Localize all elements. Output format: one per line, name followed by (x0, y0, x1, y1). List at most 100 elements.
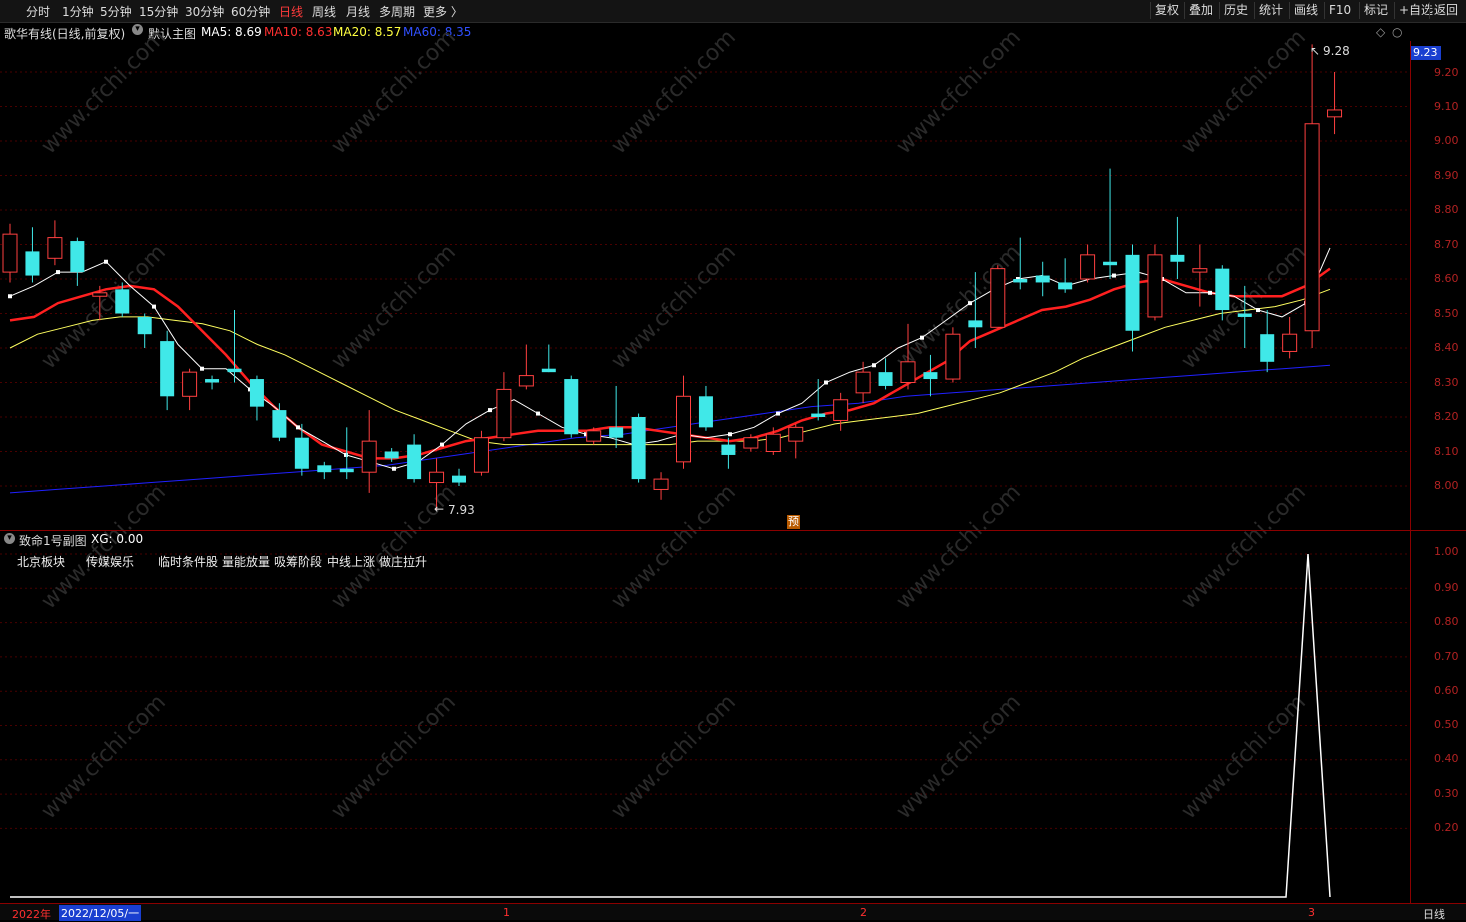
candle-body (2, 233, 18, 273)
period-monthly[interactable]: 月线 (346, 3, 370, 20)
period-more[interactable]: 更多 〉 (423, 3, 463, 20)
ma5-dot (104, 259, 108, 264)
f10-button[interactable]: F10 (1324, 2, 1355, 19)
time-axis: 2022年 2022/12/05/一 1 2 3 日线 (0, 903, 1466, 922)
ma5-dot (776, 411, 780, 416)
candle-body (1125, 254, 1140, 331)
candle-body (1237, 313, 1252, 317)
chart-canvas: www.cfchi.com www.cfchi.com www.cfchi.com w… (0, 25, 1410, 898)
period-15min[interactable]: 15分钟 (139, 3, 178, 20)
candle-body (227, 368, 242, 373)
candle-body (1147, 254, 1163, 318)
candle (653, 472, 669, 500)
period-60min[interactable]: 60分钟 (231, 3, 270, 20)
settings-diamond-icon[interactable]: ◇ (1376, 25, 1385, 39)
tag-beijing: 北京板块 (17, 555, 66, 569)
candle-body (1282, 333, 1298, 352)
candle (2, 223, 18, 283)
mark-button[interactable]: 标记 (1359, 2, 1392, 19)
ma5-dot (1304, 301, 1308, 306)
candle (1125, 244, 1140, 352)
candle (317, 461, 332, 480)
candle-body (1215, 268, 1230, 311)
candle (1282, 316, 1298, 359)
candle-body (1058, 282, 1073, 290)
candle (1013, 237, 1028, 290)
ma5-dot (56, 270, 60, 275)
period-multi[interactable]: 多周期 (379, 3, 415, 20)
history-button[interactable]: 历史 (1219, 2, 1252, 19)
forecast-marker[interactable]: 预 (787, 515, 800, 529)
ma5-dot (824, 380, 828, 385)
candle (609, 385, 624, 449)
sub-indicator-title[interactable]: 致命1号副图 (19, 532, 87, 549)
candle-body (1170, 254, 1185, 262)
ytick: 9.10 (1434, 100, 1459, 113)
high-price-label: 9.28 (1323, 44, 1350, 58)
period-1min[interactable]: 1分钟 (62, 3, 94, 20)
back-button[interactable]: 返回 (1429, 2, 1462, 19)
candle (1103, 168, 1118, 279)
stock-title: 歌华有线(日线,前复权) (4, 27, 126, 41)
period-fenshi[interactable]: 分时 (26, 3, 50, 20)
watermark-text: www.cfchi.com (607, 690, 741, 824)
ytick: 8.70 (1434, 238, 1459, 251)
indicator-name[interactable]: 默认主图 (148, 25, 196, 42)
ytick: 0.30 (1434, 787, 1459, 800)
watermark-text: www.cfchi.com (892, 25, 1026, 159)
axis-divider (1410, 41, 1411, 903)
tag-volume: 量能放量 (222, 555, 271, 569)
candle (1058, 258, 1073, 293)
candle-body (923, 372, 938, 380)
candle (1192, 244, 1208, 307)
high-arrow-icon: ↖ (1310, 44, 1321, 58)
ytick: 0.60 (1434, 684, 1459, 697)
candle-body (990, 268, 1006, 328)
candle (272, 403, 287, 442)
main-grid (0, 71, 1410, 487)
draw-button[interactable]: 画线 (1289, 2, 1322, 19)
ytick: 0.20 (1434, 821, 1459, 834)
candle (70, 237, 85, 286)
candle (249, 375, 264, 421)
adjust-button[interactable]: 复权 (1150, 2, 1183, 19)
period-30min[interactable]: 30分钟 (185, 3, 224, 20)
ytick: 9.00 (1434, 134, 1459, 147)
candle (721, 437, 736, 469)
candle (878, 358, 893, 390)
period-daily[interactable]: 日线 (279, 3, 303, 20)
period-label[interactable]: 日线 (1423, 906, 1445, 922)
overlay-button[interactable]: 叠加 (1184, 2, 1217, 19)
indicator-dropdown-icon[interactable]: ▾ (132, 24, 143, 35)
watermark-text: www.cfchi.com (37, 690, 171, 824)
candle (541, 344, 556, 373)
maximize-icon[interactable]: ○ (1392, 25, 1402, 39)
candle-body (586, 430, 602, 442)
ytick: 8.20 (1434, 410, 1459, 423)
candle (1170, 216, 1185, 279)
watermark-text: www.cfchi.com (327, 480, 461, 614)
period-weekly[interactable]: 周线 (312, 3, 336, 20)
candle (676, 375, 691, 469)
candle-body (384, 451, 399, 459)
candle-body (317, 465, 332, 473)
ytick: 8.80 (1434, 203, 1459, 216)
sub-dropdown-icon[interactable]: ▾ (4, 533, 15, 544)
ma5-dot (1208, 290, 1212, 295)
candle (137, 313, 152, 348)
candle (811, 379, 826, 421)
period-5min[interactable]: 5分钟 (100, 3, 132, 20)
stats-button[interactable]: 统计 (1254, 2, 1287, 19)
ma-lines (8, 247, 1331, 494)
ytick: 1.00 (1434, 545, 1459, 558)
main-indicator-bar: 歌华有线(日线,前复权) ▾ 默认主图 MA5: 8.69 MA10: 8.63… (0, 23, 1402, 42)
candle-body (25, 251, 40, 276)
candle-body (811, 413, 826, 417)
candle (518, 344, 534, 390)
candle (25, 227, 40, 283)
candle (945, 327, 961, 383)
watermark: www.cfchi.com www.cfchi.com www.cfchi.com w… (37, 25, 1311, 824)
ma60-line (9, 364, 1331, 494)
candle (923, 354, 938, 397)
watermark-text: www.cfchi.com (1177, 240, 1311, 374)
